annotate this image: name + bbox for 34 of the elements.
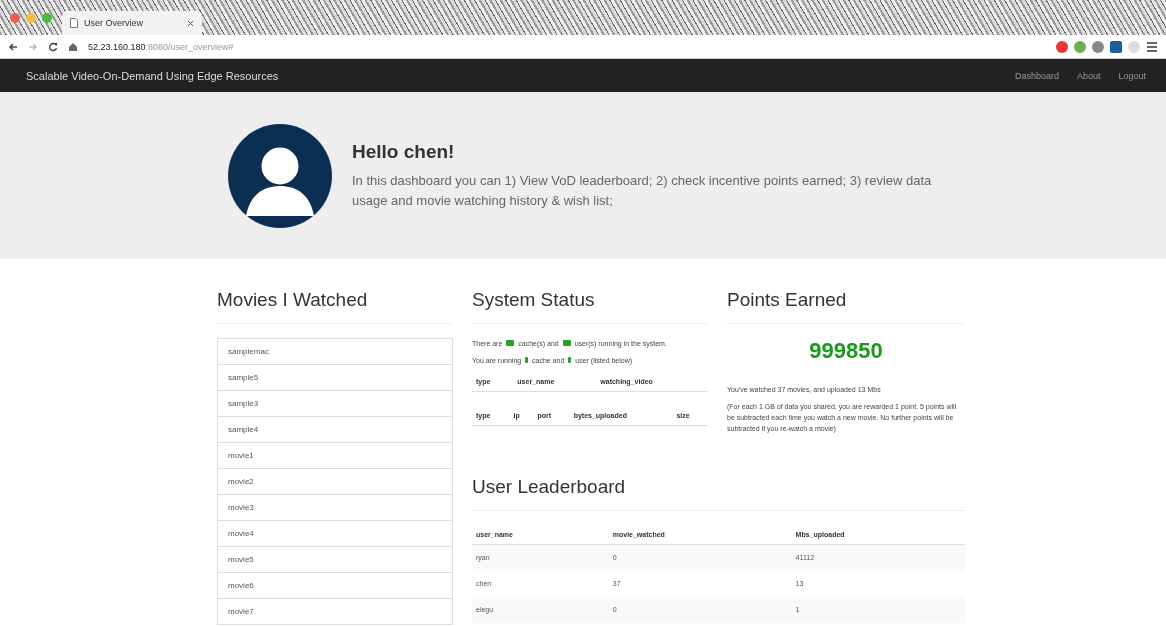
- browser-tab[interactable]: User Overview: [62, 11, 202, 35]
- movie-list-item[interactable]: movie3: [218, 494, 452, 520]
- nav-link[interactable]: Logout: [1118, 70, 1146, 81]
- section-heading: Points Earned: [727, 289, 965, 324]
- site-title[interactable]: Scalable Video-On-Demand Using Edge Resources: [26, 69, 997, 82]
- movie-list-item[interactable]: sample5: [218, 364, 452, 390]
- movie-list-item[interactable]: sample3: [218, 390, 452, 416]
- points-value: 999850: [808, 338, 884, 364]
- back-icon[interactable]: [8, 41, 18, 52]
- address-bar[interactable]: 52.23.160.180:8080/user_overview#: [88, 41, 1046, 52]
- movie-list-item[interactable]: movie7: [218, 598, 452, 624]
- home-icon[interactable]: [68, 41, 78, 52]
- avatar-icon: [228, 123, 332, 228]
- movie-list-item[interactable]: samplemac: [218, 339, 452, 364]
- section-heading: Movies I Watched: [217, 289, 453, 324]
- movie-list-item[interactable]: sample4: [218, 416, 452, 442]
- menu-icon[interactable]: [1146, 40, 1158, 53]
- section-heading: System Status: [472, 289, 708, 324]
- close-icon[interactable]: [187, 19, 194, 27]
- greeting-heading: Hello chen!: [352, 140, 456, 163]
- section-heading: User Leaderboard: [472, 475, 965, 511]
- nav-link[interactable]: Dashboard: [1014, 70, 1059, 81]
- movie-list-item[interactable]: movie1: [218, 442, 452, 468]
- page-icon: [70, 18, 78, 28]
- reload-icon[interactable]: [48, 41, 58, 52]
- movie-list-item[interactable]: movie4: [218, 520, 452, 546]
- minimize-window-icon[interactable]: [26, 12, 36, 23]
- movie-list-item[interactable]: movie2: [218, 468, 452, 494]
- maximize-window-icon[interactable]: [42, 12, 52, 23]
- intro-text: In this dashboard you can 1) View VoD leaderboard; 2) check incentive points earned; 3) review data usage and movie watching history & wish list;: [352, 171, 933, 210]
- movie-list-item[interactable]: movie6: [218, 572, 452, 598]
- nav-link[interactable]: About: [1076, 70, 1101, 81]
- close-window-icon[interactable]: [10, 12, 20, 23]
- movie-list-item[interactable]: movie5: [218, 546, 452, 572]
